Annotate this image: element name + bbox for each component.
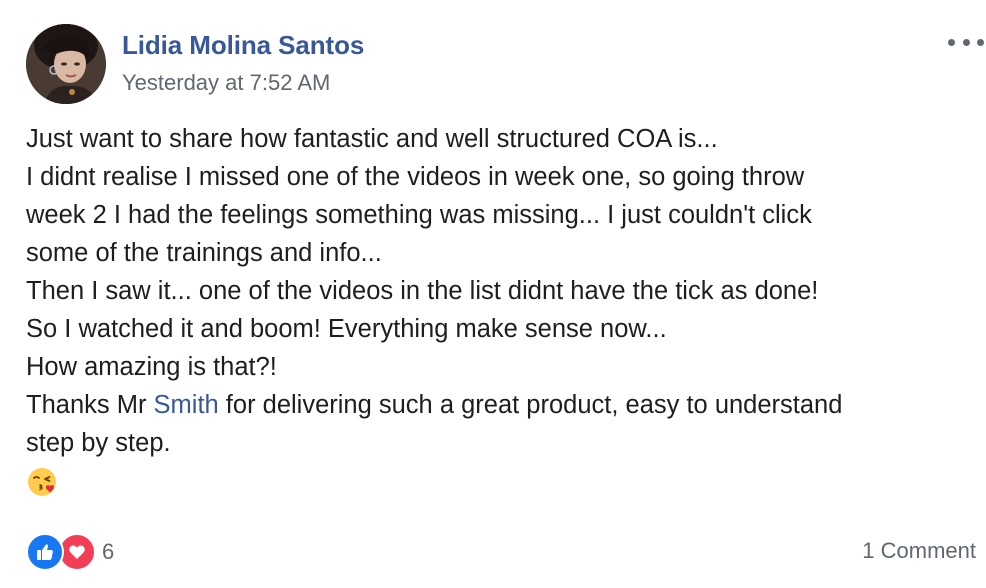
post-text-line: How amazing is that?! [26,353,277,381]
reaction-count: 6 [102,539,115,564]
post-text-fragment: Thanks Mr [26,391,154,419]
dot-icon [948,38,955,46]
post-body: Just want to share how fantastic and wel… [26,120,976,498]
more-options-button[interactable] [948,30,984,54]
author-avatar[interactable] [26,24,106,104]
kissing-face-emoji-icon [28,468,56,496]
avatar-photo [26,24,106,104]
post-text-line: Just want to share how fantastic and wel… [26,125,718,153]
facebook-post: Lidia Molina Santos Yesterday at 7:52 AM… [0,0,986,588]
like-reaction-icon [26,533,64,571]
post-text-line: I didnt realise I missed one of the vide… [26,163,805,191]
post-timestamp[interactable]: Yesterday at 7:52 AM [122,70,330,96]
author-name[interactable]: Lidia Molina Santos [122,30,364,61]
dot-icon [977,38,984,46]
post-text-line: some of the trainings and info... [26,239,382,267]
post-text-line: Then I saw it... one of the videos in th… [26,277,819,305]
post-text-line: So I watched it and boom! Everything mak… [26,315,667,343]
mention-link[interactable]: Smith [154,391,219,419]
comments-count-link[interactable]: 1 Comment [862,538,976,564]
post-text-fragment: for delivering such a great product, eas… [218,391,843,419]
reactions-summary[interactable]: 6 [26,533,115,571]
thumbs-up-icon [37,544,53,560]
dot-icon [962,38,970,46]
post-text-line: step by step. [26,429,171,457]
post-text-line: week 2 I had the feelings something was … [26,201,812,229]
heart-icon [69,545,85,559]
post-text-line: Thanks Mr Smith for delivering such a gr… [26,386,976,424]
